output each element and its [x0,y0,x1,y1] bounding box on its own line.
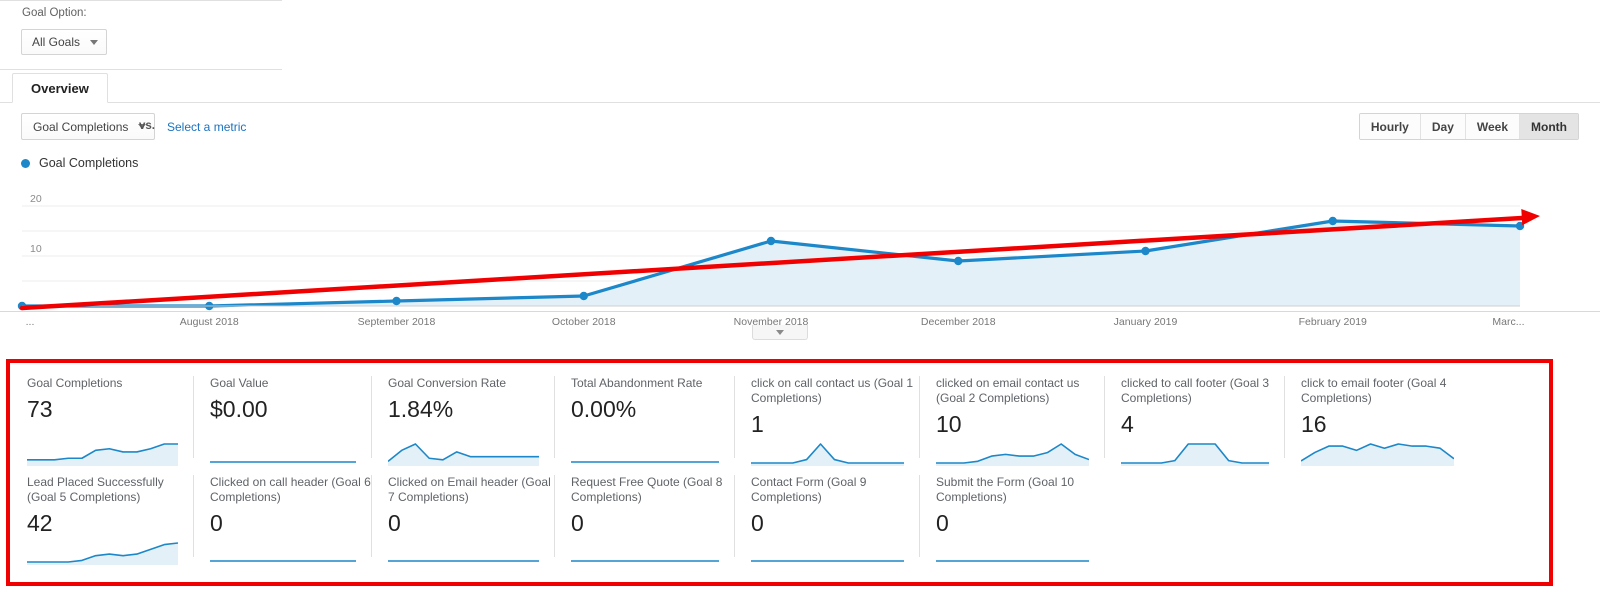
chart-x-tick: ... [25,316,35,328]
metric-card-title: click to email footer (Goal 4 Completion… [1301,376,1447,405]
metric-card[interactable]: clicked to call footer (Goal 3 Completio… [1104,370,1284,466]
metric-card-value: 73 [27,396,53,422]
metric-card-sparkline [571,461,719,463]
metric-card-title: Lead Placed Successfully (Goal 5 Complet… [27,475,164,504]
metric-card-title: Clicked on call header (Goal 6 Completio… [210,475,371,504]
metric-card-value: 0.00% [571,396,637,422]
chart-x-tick: January 2019 [1113,316,1178,328]
metric-selector-row: Goal Completions vs. Select a metric Hou… [0,104,1600,150]
chart-canvas: 10 20 [17,193,1540,311]
metric-card-title: Total Abandonment Rate [571,376,703,390]
metric-card-sparkline [388,443,539,466]
metric-card[interactable]: click on call contact us (Goal 1 Complet… [734,370,919,466]
goal-option-select[interactable]: All Goals [21,29,108,55]
metric-card-value: 1 [751,411,764,437]
tab-overview[interactable]: Overview [12,73,108,103]
granularity-month-button[interactable]: Month [1520,114,1578,139]
metric-card[interactable]: Goal Conversion Rate 1.84% [371,370,554,466]
chart-x-tick: December 2018 [920,316,996,328]
metric-card-value: 0 [936,510,949,536]
metric-card-sparkline [1121,443,1269,466]
metric-card-title: Submit the Form (Goal 10 Completions) [936,475,1075,504]
metric-card-title: clicked to call footer (Goal 3 Completio… [1121,376,1270,405]
goal-completions-chart[interactable]: 10 20 [0,178,1600,311]
metric-card[interactable]: Clicked on Email header (Goal 7 Completi… [371,469,554,565]
metric-card-sparkline [388,560,539,562]
metric-card-value: 16 [1301,411,1327,437]
goal-option-bar: Goal Option: All Goals [0,0,282,70]
metric-card-title: Goal Value [210,376,269,390]
metric-card[interactable]: clicked on email contact us (Goal 2 Comp… [919,370,1104,466]
chart-x-tick: October 2018 [551,316,616,328]
goal-option-select-value: All Goals [32,35,81,49]
vs-label: vs. [139,120,155,132]
metric-card-value: 42 [27,510,53,536]
metric-card[interactable]: Goal Value $0.00 [193,370,371,466]
legend-series-label: Goal Completions [39,156,139,170]
chart-x-tick: Marc... [1492,316,1525,328]
metric-card[interactable]: Total Abandonment Rate 0.00% [554,370,734,466]
metric-card-sparkline [936,560,1089,562]
metric-card-title: Request Free Quote (Goal 8 Completions) [571,475,723,504]
chart-x-tick: September 2018 [357,316,436,328]
metric-card[interactable]: Clicked on call header (Goal 6 Completio… [193,469,371,565]
metric-card-title: Goal Conversion Rate [388,376,507,390]
metric-card-title: Goal Completions [27,376,123,390]
metric-card-value: $0.00 [210,396,268,422]
metric-card-sparkline [27,542,178,565]
metric-card-row: Lead Placed Successfully (Goal 5 Complet… [10,469,1549,565]
metric-card-value: 0 [388,510,401,536]
chart-collapse-button[interactable] [752,325,808,340]
metric-card-title: click on call contact us (Goal 1 Complet… [751,376,914,405]
granularity-week-button[interactable]: Week [1465,114,1521,139]
primary-metric-value: Goal Completions [33,119,129,134]
metric-card-sparkline [571,560,719,562]
legend-dot-icon [21,158,30,168]
tab-strip: Overview [0,70,1600,103]
metric-card-value: 0 [571,510,584,536]
primary-metric-select[interactable]: Goal Completions [21,113,156,140]
metric-card[interactable]: Contact Form (Goal 9 Completions) 0 [734,469,919,565]
chevron-down-icon [776,329,784,335]
metric-card-title: Contact Form (Goal 9 Completions) [751,475,867,504]
metric-card[interactable]: click to email footer (Goal 4 Completion… [1284,370,1469,466]
metric-card-sparkline [751,560,904,562]
metric-card-sparkline [210,461,356,463]
metric-card[interactable]: Submit the Form (Goal 10 Completions) 0 [919,469,1104,565]
metric-card-value: 0 [210,510,223,536]
select-a-metric-link[interactable]: Select a metric [167,120,246,134]
metric-card-row: Goal Completions 73 Goal Value $0.00 Goal Co… [10,370,1549,466]
chart-legend: Goal Completions [21,156,138,170]
metric-card-sparkline [1301,443,1454,466]
chart-x-tick: February 2019 [1298,316,1367,328]
metric-card-title: clicked on email contact us (Goal 2 Comp… [936,376,1080,405]
metric-card[interactable]: Lead Placed Successfully (Goal 5 Complet… [10,469,193,565]
metric-card[interactable]: Request Free Quote (Goal 8 Completions) 0 [554,469,734,565]
granularity-day-button[interactable]: Day [1420,114,1466,139]
metric-card-value: 10 [936,411,962,437]
chart-x-tick: August 2018 [179,316,239,328]
metric-card-sparkline [936,443,1089,466]
chart-y-tick: 10 [30,243,42,255]
metric-card-sparkline [751,443,904,466]
granularity-button-group: Hourly Day Week Month [1358,113,1579,140]
chevron-down-icon [90,39,99,45]
metric-card-value: 0 [751,510,764,536]
metric-card-value: 1.84% [388,396,454,422]
metric-card-sparkline [27,443,178,466]
analytics-goals-overview-page: Goal Option: All Goals Overview Goal Com… [0,0,1600,603]
metric-cards-panel: Goal Completions 73 Goal Value $0.00 Goal Co… [10,363,1549,582]
chart-y-tick: 20 [30,193,42,205]
metric-card-title: Clicked on Email header (Goal 7 Completi… [388,475,551,504]
metric-card-sparkline [210,560,356,562]
metric-card-value: 4 [1121,411,1134,437]
metric-card[interactable]: Goal Completions 73 [10,370,193,466]
goal-option-label: Goal Option: [22,7,87,19]
granularity-hourly-button[interactable]: Hourly [1359,114,1421,139]
